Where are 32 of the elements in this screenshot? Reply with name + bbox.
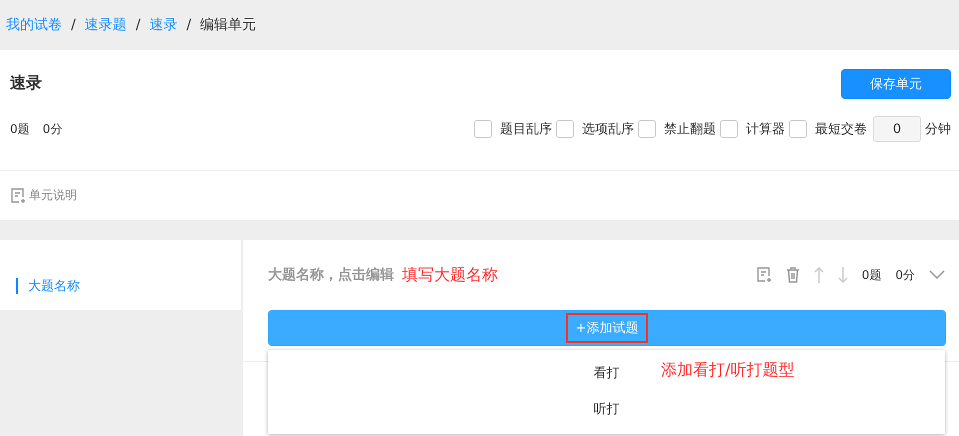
breadcrumb-separator: / bbox=[136, 17, 140, 33]
section-score: 0分 bbox=[895, 266, 915, 284]
minutes-input[interactable]: 0 bbox=[873, 116, 921, 142]
question-count: 0题 bbox=[10, 120, 30, 138]
checkbox-label[interactable]: 最短交卷 bbox=[815, 120, 867, 138]
checkbox[interactable] bbox=[556, 120, 574, 138]
note-add-icon[interactable] bbox=[10, 188, 26, 204]
checkbox-label[interactable]: 选项乱序 bbox=[582, 120, 634, 138]
section-question-count: 0题 bbox=[862, 266, 882, 284]
score-total: 0分 bbox=[42, 120, 62, 138]
arrow-down-icon[interactable] bbox=[838, 267, 848, 283]
annotation-text: 添加看打/听打题型 bbox=[661, 360, 794, 381]
checkbox[interactable] bbox=[638, 120, 656, 138]
checkbox[interactable] bbox=[720, 120, 738, 138]
checkbox-label[interactable]: 计算器 bbox=[746, 120, 785, 138]
arrow-up-icon[interactable] bbox=[814, 267, 824, 283]
checkbox[interactable] bbox=[789, 120, 807, 138]
delete-icon[interactable] bbox=[786, 267, 800, 283]
breadcrumb-separator: / bbox=[71, 17, 76, 33]
checkbox[interactable] bbox=[474, 120, 492, 138]
checkbox-label[interactable]: 题目乱序 bbox=[500, 120, 552, 138]
menu-item[interactable]: 看打 bbox=[594, 356, 620, 392]
menu-item[interactable]: 听打 bbox=[594, 392, 620, 428]
annotation-text: 填写大题名称 bbox=[402, 264, 498, 286]
checkbox-label[interactable]: 禁止翻题 bbox=[664, 120, 716, 138]
unit-title: 速录 bbox=[10, 73, 42, 94]
unit-description-link[interactable]: 单元说明 bbox=[29, 187, 77, 204]
note-add-icon[interactable] bbox=[756, 267, 772, 283]
chevron-icon[interactable] bbox=[929, 270, 945, 280]
breadcrumb-current[interactable]: 编辑单元 bbox=[200, 16, 256, 34]
breadcrumb-separator: / bbox=[186, 17, 192, 33]
minutes-unit: 分钟 bbox=[925, 121, 951, 138]
